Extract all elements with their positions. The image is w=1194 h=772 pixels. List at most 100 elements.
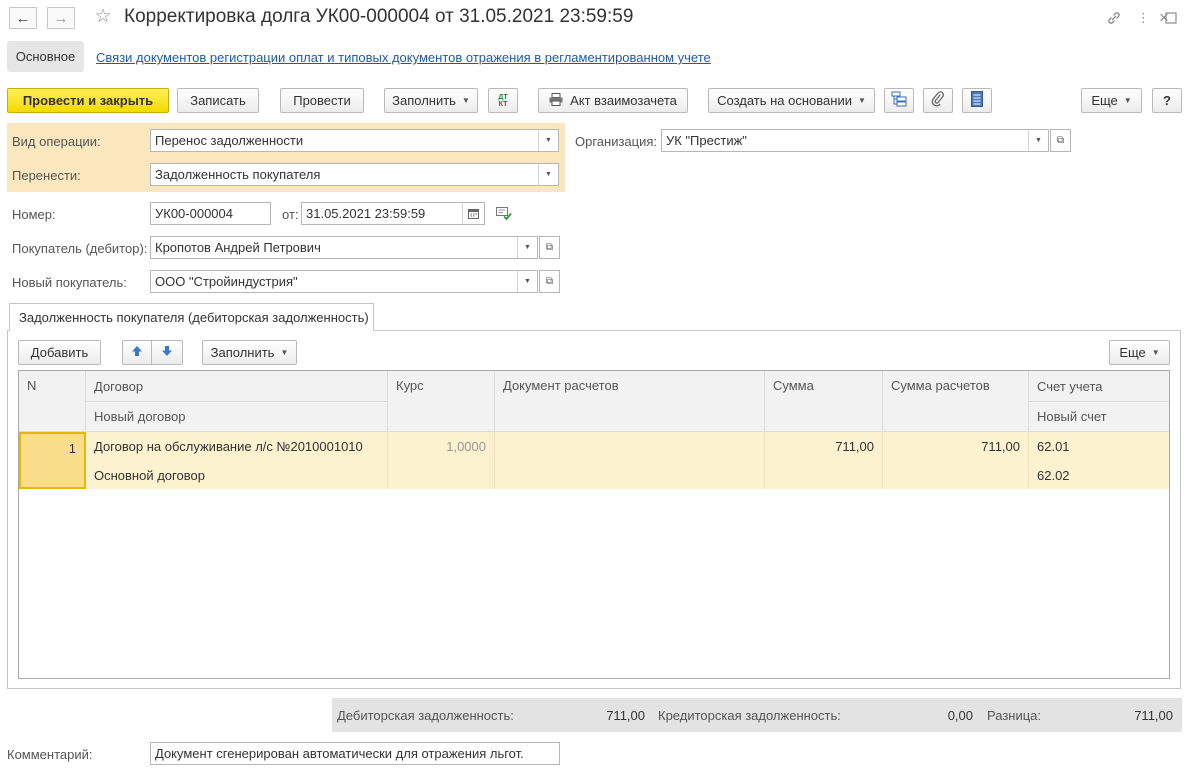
debit-total-value: 711,00	[606, 708, 645, 723]
col-header-new-contract[interactable]: Новый договор	[86, 402, 388, 432]
col-header-n[interactable]: N	[19, 371, 86, 432]
table-row-1-new-account[interactable]: 62.02	[1029, 461, 1169, 489]
structure-button[interactable]	[884, 88, 914, 113]
add-row-button[interactable]: Добавить	[18, 340, 101, 365]
table-row-1-new-contract[interactable]: Основной договор	[86, 461, 388, 489]
table-more-label: Еще	[1119, 345, 1146, 360]
table-row-1-sum-calc[interactable]: 711,00	[883, 432, 1029, 489]
date-label: от:	[282, 207, 299, 222]
chevron-down-icon[interactable]: ▼	[1028, 130, 1048, 151]
buyer-value: Кропотов Андрей Петрович	[155, 240, 321, 255]
buyer-field[interactable]: Кропотов Андрей Петрович ▼	[150, 236, 538, 259]
forward-button[interactable]: →	[47, 7, 75, 29]
chevron-down-icon: ▼	[1151, 348, 1160, 357]
print-act-button[interactable]: Акт взаимозачета	[538, 88, 688, 113]
table-row-1-contract[interactable]: Договор на обслуживание л/с №2010001010	[86, 432, 388, 461]
transfer-label: Перенести:	[12, 168, 81, 183]
chevron-down-icon[interactable]: ▼	[517, 271, 537, 292]
difference-label: Разница:	[987, 708, 1042, 723]
chevron-down-icon: ▼	[1123, 96, 1132, 105]
close-icon[interactable]: ×	[1153, 8, 1175, 28]
difference-value: 711,00	[1134, 708, 1173, 723]
dt-kt-icon-bottom: КТ	[498, 100, 508, 108]
dt-kt-button[interactable]: ДТ КТ	[488, 88, 518, 113]
section-link-payments[interactable]: Связи документов регистрации оплат и тип…	[96, 50, 711, 65]
comment-field[interactable]: Документ сгенерирован автоматически для …	[150, 742, 560, 765]
table-row-1-account[interactable]: 62.01	[1029, 432, 1169, 461]
section-main[interactable]: Основное	[7, 41, 84, 72]
col-header-document[interactable]: Документ расчетов	[495, 371, 765, 432]
table-row-1-rate[interactable]: 1,0000	[388, 432, 495, 489]
arrow-up-icon	[131, 345, 143, 360]
back-button[interactable]: ←	[9, 7, 37, 29]
chevron-down-icon[interactable]: ▼	[538, 130, 558, 151]
table-more-button[interactable]: Еще ▼	[1109, 340, 1170, 365]
buyer-label: Покупатель (дебитор):	[12, 241, 148, 256]
credit-total-value: 0,00	[947, 708, 973, 723]
open-buyer-icon[interactable]: ⧉	[539, 236, 560, 259]
help-button[interactable]: ?	[1152, 88, 1182, 113]
operation-field[interactable]: Перенос задолженности ▼	[150, 129, 559, 152]
post-button[interactable]: Провести	[280, 88, 364, 113]
post-and-close-button[interactable]: Провести и закрыть	[7, 88, 169, 113]
col-header-sum-calc[interactable]: Сумма расчетов	[883, 371, 1029, 432]
date-value: 31.05.2021 23:59:59	[306, 206, 426, 221]
comment-value: Документ сгенерирован автоматически для …	[155, 746, 524, 761]
table-row-1-sum[interactable]: 711,00	[765, 432, 883, 489]
move-down-button[interactable]	[151, 340, 183, 365]
col-header-new-account[interactable]: Новый счет	[1029, 402, 1169, 432]
totals-bar: Дебиторская задолженность: 711,00 Кредит…	[332, 698, 1182, 732]
col-header-contract[interactable]: Договор	[86, 371, 388, 402]
create-based-label: Создать на основании	[717, 93, 852, 108]
move-up-button[interactable]	[122, 340, 152, 365]
table-row-1-n[interactable]: 1	[19, 432, 86, 489]
organization-label: Организация:	[575, 134, 658, 149]
edit-check-icon[interactable]	[496, 207, 512, 224]
table-row-1-document[interactable]	[495, 432, 765, 489]
more-menu-icon[interactable]: ⋮	[1132, 8, 1154, 28]
comment-label: Комментарий:	[7, 747, 93, 762]
chevron-down-icon: ▼	[461, 96, 470, 105]
operation-label: Вид операции:	[12, 134, 101, 149]
organization-field[interactable]: УК "Престиж" ▼	[661, 129, 1049, 152]
new-buyer-field[interactable]: ООО "Стройиндустрия" ▼	[150, 270, 538, 293]
col-header-sum[interactable]: Сумма	[765, 371, 883, 432]
document-list-icon	[971, 91, 983, 110]
save-button[interactable]: Записать	[177, 88, 259, 113]
col-header-account[interactable]: Счет учета	[1029, 371, 1169, 402]
create-based-on-button[interactable]: Создать на основании ▼	[708, 88, 875, 113]
favorite-star-icon[interactable]: ☆	[92, 6, 114, 27]
organization-value: УК "Престиж"	[666, 133, 747, 148]
more-button[interactable]: Еще ▼	[1081, 88, 1142, 113]
more-label: Еще	[1091, 93, 1118, 108]
calendar-icon[interactable]	[462, 203, 484, 224]
hierarchy-icon	[891, 91, 907, 110]
transfer-value: Задолженность покупателя	[155, 167, 321, 182]
link-icon[interactable]	[1103, 8, 1125, 28]
tab-buyer-debt[interactable]: Задолженность покупателя (дебиторская за…	[9, 303, 374, 331]
chevron-down-icon[interactable]: ▼	[517, 237, 537, 258]
attach-button[interactable]	[923, 88, 953, 113]
fill-label: Заполнить	[392, 93, 456, 108]
open-new-buyer-icon[interactable]: ⧉	[539, 270, 560, 293]
col-header-rate[interactable]: Курс	[388, 371, 495, 432]
chevron-down-icon[interactable]: ▼	[538, 164, 558, 185]
open-organization-icon[interactable]: ⧉	[1050, 129, 1071, 152]
number-label: Номер:	[12, 207, 56, 222]
report-button[interactable]	[962, 88, 992, 113]
debit-total-label: Дебиторская задолженность:	[337, 708, 514, 723]
arrow-down-icon	[161, 345, 173, 360]
number-field[interactable]: УК00-000004	[150, 202, 271, 225]
date-field[interactable]: 31.05.2021 23:59:59	[301, 202, 485, 225]
table-fill-dropdown-button[interactable]: Заполнить ▼	[202, 340, 297, 365]
fill-dropdown-button[interactable]: Заполнить ▼	[384, 88, 478, 113]
operation-value: Перенос задолженности	[155, 133, 304, 148]
window-title: Корректировка долга УК00-000004 от 31.05…	[124, 6, 634, 27]
debt-table[interactable]: N Договор Новый договор Курс Документ ра…	[18, 370, 1170, 679]
dt-kt-icon-top: ДТ	[498, 93, 508, 101]
arrow-left-icon: ←	[15, 9, 31, 27]
printer-icon	[549, 92, 563, 109]
paperclip-icon	[931, 91, 945, 110]
transfer-field[interactable]: Задолженность покупателя ▼	[150, 163, 559, 186]
chevron-down-icon: ▼	[280, 348, 289, 357]
